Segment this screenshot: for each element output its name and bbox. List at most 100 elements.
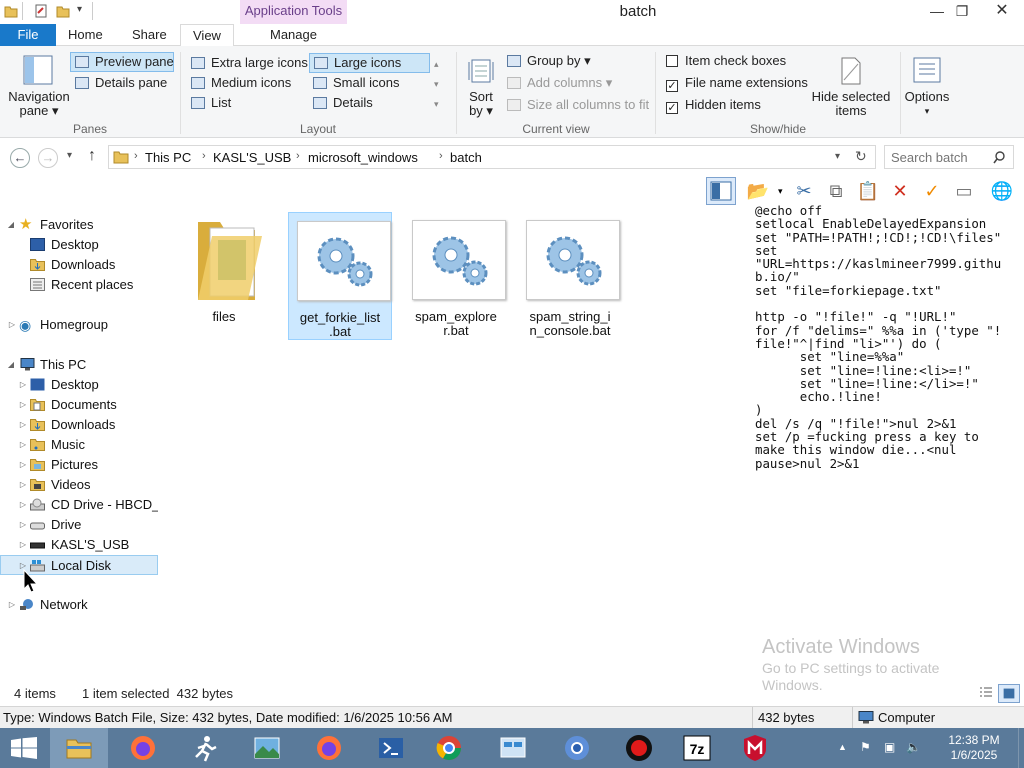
layout-scroll-icon[interactable]: ▴ ▾ ▾ [434,54,439,114]
size-all-columns-button[interactable]: Size all columns to fit [507,96,649,114]
expand-arrow-icon[interactable]: ▷ [18,515,28,535]
up-icon[interactable]: ↑ [88,147,96,165]
taskbar-firefox[interactable] [114,728,172,768]
hide-selected-items-button[interactable]: Hide selected items [808,90,894,118]
file-name-extensions-toggle[interactable]: ✓ File name extensions [666,74,808,92]
file-item-spam-string-in-console[interactable]: spam_string_i n_console.bat [518,212,622,340]
breadcrumb-this-pc[interactable]: This PC [145,150,191,165]
tab-manage[interactable]: Manage [258,24,329,46]
tab-share[interactable]: Share [120,24,179,46]
recent-locations-icon[interactable]: ▾ [67,150,72,161]
breadcrumb-microsoft-windows[interactable]: microsoft_windows [308,150,418,165]
navigation-pane-button[interactable]: Navigation pane ▾ [4,90,74,118]
refresh-icon[interactable]: ↻ [855,148,867,165]
show-hidden-icons-icon[interactable]: ▲ [838,742,847,752]
globe-icon[interactable]: 🌐 [990,179,1014,203]
medium-icons-option[interactable]: Medium icons [191,74,291,92]
nav-network[interactable]: ▷ Network [0,595,158,615]
open-dropdown-icon[interactable]: ▾ [778,186,783,197]
nav-pc-cd-drive[interactable]: ▷ CD Drive - HBCD_ [0,495,158,515]
copy-icon[interactable]: ⧉ [824,179,848,203]
clock[interactable]: 12:38 PM 1/6/2025 [936,733,1012,763]
nav-fav-desktop[interactable]: Desktop [0,235,158,255]
taskbar-firefox-2[interactable] [300,728,358,768]
nav-homegroup[interactable]: ▷ ◉ Homegroup [0,315,158,335]
collapse-arrow-icon[interactable]: ◢ [6,355,16,375]
breadcrumb-usb[interactable]: KASL'S_USB [213,150,291,165]
expand-arrow-icon[interactable]: ▷ [18,375,28,395]
cut-icon[interactable]: ✂ [792,179,816,203]
checkmark-icon[interactable]: ✓ [920,179,944,203]
expand-arrow-icon[interactable]: ▷ [18,495,28,515]
preview-pane-button[interactable]: Preview pane [70,52,174,72]
group-by-button[interactable]: Group by ▾ [507,52,591,70]
taskbar-chrome[interactable] [420,728,478,768]
address-dropdown-icon[interactable]: ▾ [835,151,840,162]
taskbar-powershell[interactable] [362,728,420,768]
preview-pane-toggle-icon[interactable] [706,177,736,205]
expand-arrow-icon[interactable]: ▷ [18,475,28,495]
hidden-items-checkbox[interactable]: ✓ [666,102,678,114]
taskbar-runner-app[interactable] [176,728,234,768]
search-input[interactable] [891,149,991,165]
start-button[interactable] [0,728,50,768]
expand-arrow-icon[interactable]: ▷ [18,455,28,475]
list-option[interactable]: List [191,94,231,112]
taskbar-7zip[interactable]: 7z [668,728,726,768]
maximize-button[interactable]: ❐ [947,0,977,22]
details-option[interactable]: Details [313,94,373,112]
taskbar-mcafee[interactable] [726,728,784,768]
nav-pc-kasls-usb[interactable]: ▷ KASL'S_USB [0,535,158,555]
expand-arrow-icon[interactable]: ▷ [18,395,28,415]
large-icons-option[interactable]: Large icons [309,53,430,73]
details-pane-button[interactable]: Details pane [75,74,167,92]
breadcrumb-separator[interactable]: › [296,150,300,162]
taskbar-screen-recorder[interactable] [610,728,668,768]
taskbar-control-panel[interactable] [484,728,542,768]
small-icons-option[interactable]: Small icons [313,74,399,92]
sort-by-button[interactable]: Sort by ▾ [460,90,502,118]
breadcrumb-separator[interactable]: › [202,150,206,162]
paste-icon[interactable]: 📋 [856,179,880,203]
back-button[interactable]: ← [10,148,30,168]
tab-view[interactable]: View [180,24,234,47]
extra-large-icons-option[interactable]: Extra large icons [191,54,308,72]
file-name-extensions-checkbox[interactable]: ✓ [666,80,678,92]
flag-icon[interactable]: ⚑ [860,740,871,754]
nav-pc-music[interactable]: ▷ Music [0,435,158,455]
nav-pc-videos[interactable]: ▷ Videos [0,475,158,495]
volume-icon[interactable]: 🔈 [906,740,921,754]
large-icons-view-icon[interactable] [998,684,1020,703]
item-check-boxes-toggle[interactable]: Item check boxes [666,52,786,70]
nav-favorites[interactable]: ◢ ★ Favorites [0,215,158,235]
show-desktop-button[interactable] [1018,728,1024,768]
nav-pc-desktop[interactable]: ▷ Desktop [0,375,158,395]
tab-file[interactable]: File [0,24,56,46]
options-button[interactable]: Options ▾ [900,90,954,118]
expand-arrow-icon[interactable]: ▷ [18,535,28,555]
breadcrumb-batch[interactable]: batch [450,150,482,165]
hidden-items-toggle[interactable]: ✓ Hidden items [666,96,761,114]
nav-pc-downloads[interactable]: ▷ Downloads [0,415,158,435]
collapse-arrow-icon[interactable]: ◢ [6,215,16,235]
nav-pc-documents[interactable]: ▷ Documents [0,395,158,415]
file-item-files-folder[interactable]: files [172,212,276,340]
nav-fav-recent-places[interactable]: Recent places [0,275,158,295]
address-bar[interactable]: › This PC › KASL'S_USB › microsoft_windo… [108,145,876,169]
search-box[interactable] [884,145,1014,169]
expand-arrow-icon[interactable]: ▷ [7,595,17,615]
details-view-icon[interactable] [978,686,994,700]
breadcrumb-separator[interactable]: › [439,150,443,162]
nav-fav-downloads[interactable]: Downloads [0,255,158,275]
file-item-spam-explorer[interactable]: spam_explore r.bat [404,212,508,340]
tab-home[interactable]: Home [56,24,115,46]
taskbar-chromium[interactable] [548,728,606,768]
item-check-boxes-checkbox[interactable] [666,55,678,67]
forward-button[interactable]: → [38,148,58,168]
nav-pc-pictures[interactable]: ▷ Pictures [0,455,158,475]
open-with-icon[interactable]: 📂 [746,179,770,203]
expand-arrow-icon[interactable]: ▷ [18,435,28,455]
nav-pc-drive[interactable]: ▷ Drive [0,515,158,535]
taskbar-photo-viewer[interactable] [238,728,296,768]
delete-icon[interactable]: ✕ [888,179,912,203]
